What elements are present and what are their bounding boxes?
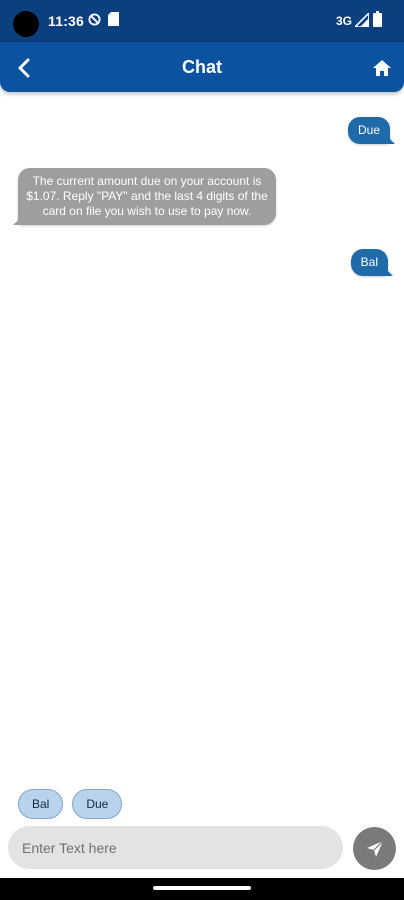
send-icon	[366, 840, 383, 857]
signal-icon	[355, 13, 369, 27]
quick-reply-due[interactable]: Due	[72, 789, 123, 819]
dnd-icon	[88, 13, 101, 26]
home-gesture-handle[interactable]	[153, 886, 251, 890]
app-bar: Chat	[0, 42, 404, 92]
system-nav-bar	[0, 878, 404, 900]
home-button[interactable]	[368, 54, 396, 82]
camera-cutout	[13, 11, 39, 37]
chat-messages: Due The current amount due on your accou…	[0, 92, 404, 782]
home-icon	[373, 60, 391, 76]
message-bubble-user: Bal	[350, 249, 394, 276]
message-bubble-user: Due	[347, 117, 396, 144]
sd-card-icon	[108, 12, 119, 26]
page-title: Chat	[182, 57, 222, 77]
message-bubble-bot: The current amount due on your account i…	[13, 168, 276, 225]
message-input[interactable]	[8, 826, 343, 869]
chat-screen: 11:36 3G Chat Due The current amount due…	[0, 0, 404, 900]
send-button[interactable]	[353, 827, 396, 870]
battery-icon	[373, 11, 382, 27]
quick-replies: Bal Due	[18, 789, 123, 819]
quick-reply-bal[interactable]: Bal	[18, 789, 64, 819]
status-bar: 11:36 3G	[0, 0, 404, 42]
status-time: 11:36	[48, 13, 85, 29]
network-type: 3G	[335, 14, 352, 28]
